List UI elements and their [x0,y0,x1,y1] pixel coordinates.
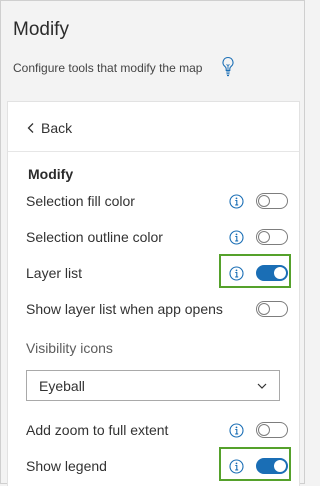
info-icon[interactable] [229,459,244,474]
toggle-knob [274,460,286,472]
divider [8,151,299,152]
back-label: Back [41,120,73,136]
chevron-down-icon [257,383,267,389]
page-title: Modify [13,19,69,40]
toggle-knob [258,424,270,436]
selection-fill-color-label: Selection fill color [26,193,135,209]
visibility-icons-value: Eyeball [39,378,85,394]
show-legend-label: Show legend [26,458,107,474]
panel-header: Modify Configure tools that modify the m… [1,1,304,97]
show-layer-list-label: Show layer list when app opens [26,301,223,317]
info-icon[interactable] [229,423,244,438]
configuration-window: Modify Configure tools that modify the m… [0,0,305,486]
info-icon[interactable] [229,266,244,281]
show-layer-list-toggle[interactable] [256,301,288,317]
page-subtitle: Configure tools that modify the map [13,61,203,75]
info-icon[interactable] [229,194,244,209]
back-button[interactable]: Back [26,118,72,138]
settings-panel: Back Modify Selection fill color Selecti… [7,101,300,486]
toggle-knob [258,195,270,207]
toggle-knob [258,231,270,243]
lightbulb-icon[interactable] [221,56,235,78]
layer-list-toggle[interactable] [256,265,288,281]
add-zoom-toggle[interactable] [256,422,288,438]
chevron-left-icon [27,123,34,133]
toggle-knob [258,303,270,315]
selection-fill-color-toggle[interactable] [256,193,288,209]
section-title: Modify [28,166,74,182]
toggle-knob [274,267,286,279]
show-legend-toggle[interactable] [256,458,288,474]
layer-list-label: Layer list [26,265,83,281]
visibility-icons-select[interactable]: Eyeball [26,370,280,401]
selection-outline-color-label: Selection outline color [26,229,163,245]
info-icon[interactable] [229,230,244,245]
selection-outline-color-toggle[interactable] [256,229,288,245]
add-zoom-label: Add zoom to full extent [26,422,169,438]
visibility-icons-label: Visibility icons [26,340,113,356]
